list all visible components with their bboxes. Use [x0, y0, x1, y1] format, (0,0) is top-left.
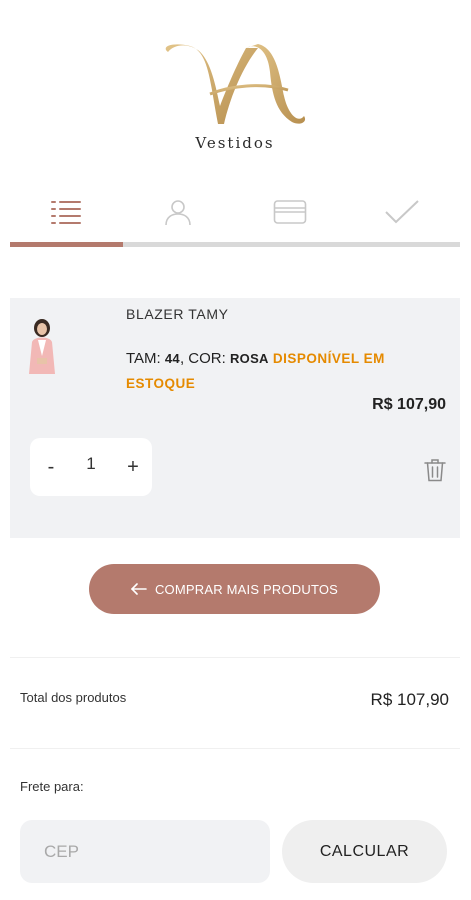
checkout-steps [10, 190, 460, 250]
total-products-value: R$ 107,90 [370, 690, 449, 709]
shipping-label: Frete para: [20, 779, 84, 794]
decrease-quantity-button[interactable]: - [32, 438, 70, 496]
trash-icon[interactable] [424, 458, 446, 482]
step-payment[interactable] [234, 190, 346, 234]
color-value: ROSA [229, 351, 269, 366]
total-products-label: Total dos produtos [20, 690, 127, 705]
buy-more-products-button[interactable]: COMPRAR MAIS PRODUTOS [89, 564, 380, 614]
brand-logo: Vestidos [150, 38, 320, 152]
size-value: 44 [164, 351, 180, 366]
brand-subtitle: Vestidos [195, 134, 275, 152]
divider [10, 657, 460, 658]
product-attributes: TAM: 44, COR: ROSA DISPONÍVEL EM ESTOQUE [126, 346, 436, 396]
step-cart[interactable] [10, 190, 122, 234]
product-thumbnail[interactable] [20, 316, 64, 374]
product-name[interactable]: BLAZER TAMY [126, 306, 229, 322]
quantity-value[interactable]: 1 [70, 438, 112, 490]
cep-input[interactable] [20, 820, 270, 883]
color-label: , COR: [179, 350, 226, 367]
step-confirmation[interactable] [346, 190, 458, 234]
step-identification[interactable] [122, 190, 234, 234]
brand-monogram [165, 44, 306, 124]
user-icon [165, 200, 191, 226]
cart-item: BLAZER TAMY TAM: 44, COR: ROSA DISPONÍVE… [10, 298, 460, 538]
increase-quantity-button[interactable]: + [114, 438, 152, 496]
calculate-shipping-button[interactable]: CALCULAR [282, 820, 447, 883]
divider [10, 748, 460, 749]
quantity-stepper: - 1 + [30, 438, 152, 496]
check-icon [385, 200, 419, 224]
progress-fill [10, 242, 123, 247]
card-icon [273, 200, 307, 224]
size-label: TAM: [126, 350, 161, 367]
arrow-left-icon [130, 583, 147, 595]
buy-more-products-label: COMPRAR MAIS PRODUTOS [154, 581, 339, 597]
list-icon [51, 201, 81, 224]
product-price: R$ 107,90 [372, 396, 446, 413]
progress-bar [10, 242, 460, 247]
